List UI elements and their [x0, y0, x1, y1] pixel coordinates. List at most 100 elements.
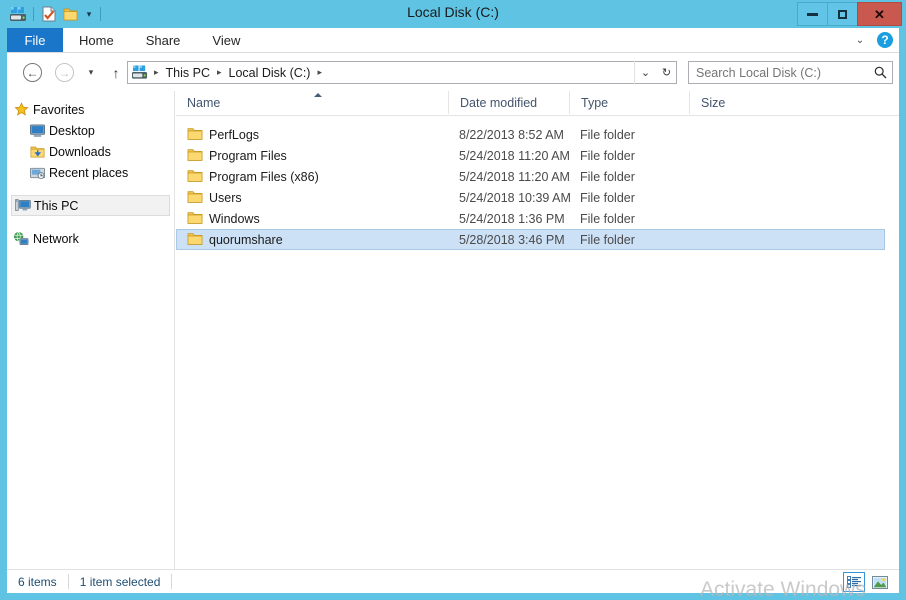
- table-row[interactable]: Windows 5/24/2018 1:36 PM File folder: [176, 208, 899, 229]
- ribbon-tab-strip: File Home Share View ⌄ ?: [7, 28, 899, 53]
- minimize-button[interactable]: [797, 2, 828, 26]
- file-type-cell: File folder: [580, 127, 635, 142]
- breadcrumb-separator[interactable]: ▸: [213, 67, 226, 78]
- table-row[interactable]: PerfLogs 8/22/2013 8:52 AM File folder: [176, 124, 899, 145]
- address-bar[interactable]: ▸ This PC ▸ Local Disk (C:) ▸: [127, 61, 677, 84]
- recent-locations-icon[interactable]: ▾: [83, 63, 99, 82]
- file-name-label: Windows: [209, 211, 260, 226]
- previous-locations-icon[interactable]: ⌄: [635, 62, 656, 83]
- table-row[interactable]: quorumshare 5/28/2018 3:46 PM File folde…: [176, 229, 885, 250]
- window-controls: ✕: [797, 2, 902, 26]
- file-date-cell: 5/28/2018 3:46 PM: [459, 232, 565, 247]
- up-button[interactable]: ↑: [107, 63, 125, 82]
- recent-places-icon: [28, 164, 46, 182]
- file-name-label: quorumshare: [209, 232, 283, 247]
- tab-view[interactable]: View: [196, 28, 256, 52]
- breadcrumb-local-disk[interactable]: Local Disk (C:): [226, 66, 314, 80]
- file-name-label: Program Files: [209, 148, 287, 163]
- sidebar-item-desktop[interactable]: Desktop: [7, 120, 174, 141]
- window-title: Local Disk (C:): [407, 4, 499, 20]
- column-header-row: Name Date modified Type Size: [176, 91, 899, 116]
- search-box[interactable]: [688, 61, 893, 84]
- title-bar: ▾ Local Disk (C:) ✕: [0, 0, 906, 28]
- file-name-label: Program Files (x86): [209, 169, 319, 184]
- chevron-down-icon[interactable]: ⌄: [853, 35, 867, 46]
- folder-icon: [187, 211, 203, 227]
- file-date-cell: 5/24/2018 11:20 AM: [459, 169, 570, 184]
- file-date-cell: 5/24/2018 11:20 AM: [459, 148, 570, 163]
- sidebar-item-label: This PC: [34, 198, 79, 213]
- breadcrumb-separator[interactable]: ▸: [150, 67, 163, 78]
- folder-icon: [187, 148, 203, 164]
- details-view-button[interactable]: [843, 572, 865, 592]
- sidebar-item-downloads[interactable]: Downloads: [7, 141, 174, 162]
- file-type-cell: File folder: [580, 211, 635, 226]
- address-bar-row: ← → ▾ ↑ ▸ This PC ▸ Local Disk (C:) ▸ ⌄ …: [7, 53, 899, 91]
- network-icon: [12, 230, 30, 248]
- sidebar-item-favorites[interactable]: Favorites: [7, 99, 174, 120]
- tab-share[interactable]: Share: [130, 28, 197, 52]
- table-row[interactable]: Program Files (x86) 5/24/2018 11:20 AM F…: [176, 166, 899, 187]
- ribbon-right-controls: ⌄ ?: [853, 28, 893, 52]
- sidebar-item-label: Network: [33, 231, 79, 246]
- file-name-label: Users: [209, 190, 242, 205]
- folder-icon: [187, 127, 203, 143]
- file-name-cell: Windows: [187, 209, 260, 228]
- search-input[interactable]: [696, 65, 872, 80]
- view-buttons: [843, 572, 891, 592]
- file-name-cell: PerfLogs: [187, 125, 259, 144]
- column-header-date-modified[interactable]: Date modified: [448, 91, 569, 114]
- column-header-label: Name: [187, 95, 221, 110]
- breadcrumb-separator[interactable]: ▸: [313, 67, 326, 78]
- file-rows: PerfLogs 8/22/2013 8:52 AM File folder P…: [176, 124, 899, 250]
- file-name-cell: Program Files (x86): [187, 167, 319, 186]
- status-separator: [171, 574, 173, 589]
- close-button[interactable]: ✕: [857, 2, 902, 26]
- column-header-label: Type: [581, 95, 609, 110]
- maximize-button[interactable]: [827, 2, 858, 26]
- star-icon: [12, 101, 30, 119]
- folder-icon: [187, 232, 203, 248]
- forward-button[interactable]: →: [55, 63, 74, 82]
- sidebar-item-label: Downloads: [49, 144, 111, 159]
- desktop-icon: [28, 122, 46, 140]
- table-row[interactable]: Program Files 5/24/2018 11:20 AM File fo…: [176, 145, 899, 166]
- folder-icon: [187, 169, 203, 185]
- large-icons-view-button[interactable]: [869, 572, 891, 592]
- file-type-cell: File folder: [580, 232, 635, 247]
- column-header-name[interactable]: Name: [176, 91, 448, 114]
- search-icon[interactable]: [872, 65, 888, 81]
- column-header-type[interactable]: Type: [569, 91, 689, 114]
- column-header-label: Date modified: [460, 95, 538, 110]
- item-count-label: 6 items: [18, 574, 57, 589]
- file-name-label: PerfLogs: [209, 127, 260, 142]
- file-name-cell: Program Files: [187, 146, 287, 165]
- breadcrumb-this-pc[interactable]: This PC: [163, 66, 213, 80]
- sidebar-item-this-pc[interactable]: This PC: [11, 195, 170, 216]
- folder-icon: [187, 190, 203, 206]
- back-button[interactable]: ←: [23, 63, 42, 82]
- local-disk-icon: [132, 64, 148, 81]
- sidebar-item-network[interactable]: Network: [7, 228, 174, 249]
- downloads-icon: [28, 143, 46, 161]
- file-type-cell: File folder: [580, 169, 635, 184]
- file-name-cell: Users: [187, 188, 242, 207]
- navigation-pane: Favorites Desktop Downloads Recent place…: [7, 91, 175, 569]
- sidebar-item-recent-places[interactable]: Recent places: [7, 162, 174, 183]
- sidebar-item-label: Recent places: [49, 165, 129, 180]
- file-type-cell: File folder: [580, 190, 635, 205]
- sort-ascending-icon: [314, 93, 322, 97]
- refresh-icon[interactable]: ↻: [656, 62, 677, 83]
- column-header-size[interactable]: Size: [689, 91, 769, 114]
- content-area: Favorites Desktop Downloads Recent place…: [7, 91, 899, 569]
- tab-home[interactable]: Home: [63, 28, 130, 52]
- table-row[interactable]: Users 5/24/2018 10:39 AM File folder: [176, 187, 899, 208]
- help-icon[interactable]: ?: [877, 32, 893, 48]
- status-bar: 6 items 1 item selected: [7, 569, 899, 593]
- selection-count-label: 1 item selected: [79, 574, 161, 589]
- sidebar-item-label: Favorites: [33, 102, 85, 117]
- tab-file[interactable]: File: [7, 28, 63, 52]
- file-name-cell: quorumshare: [187, 230, 283, 249]
